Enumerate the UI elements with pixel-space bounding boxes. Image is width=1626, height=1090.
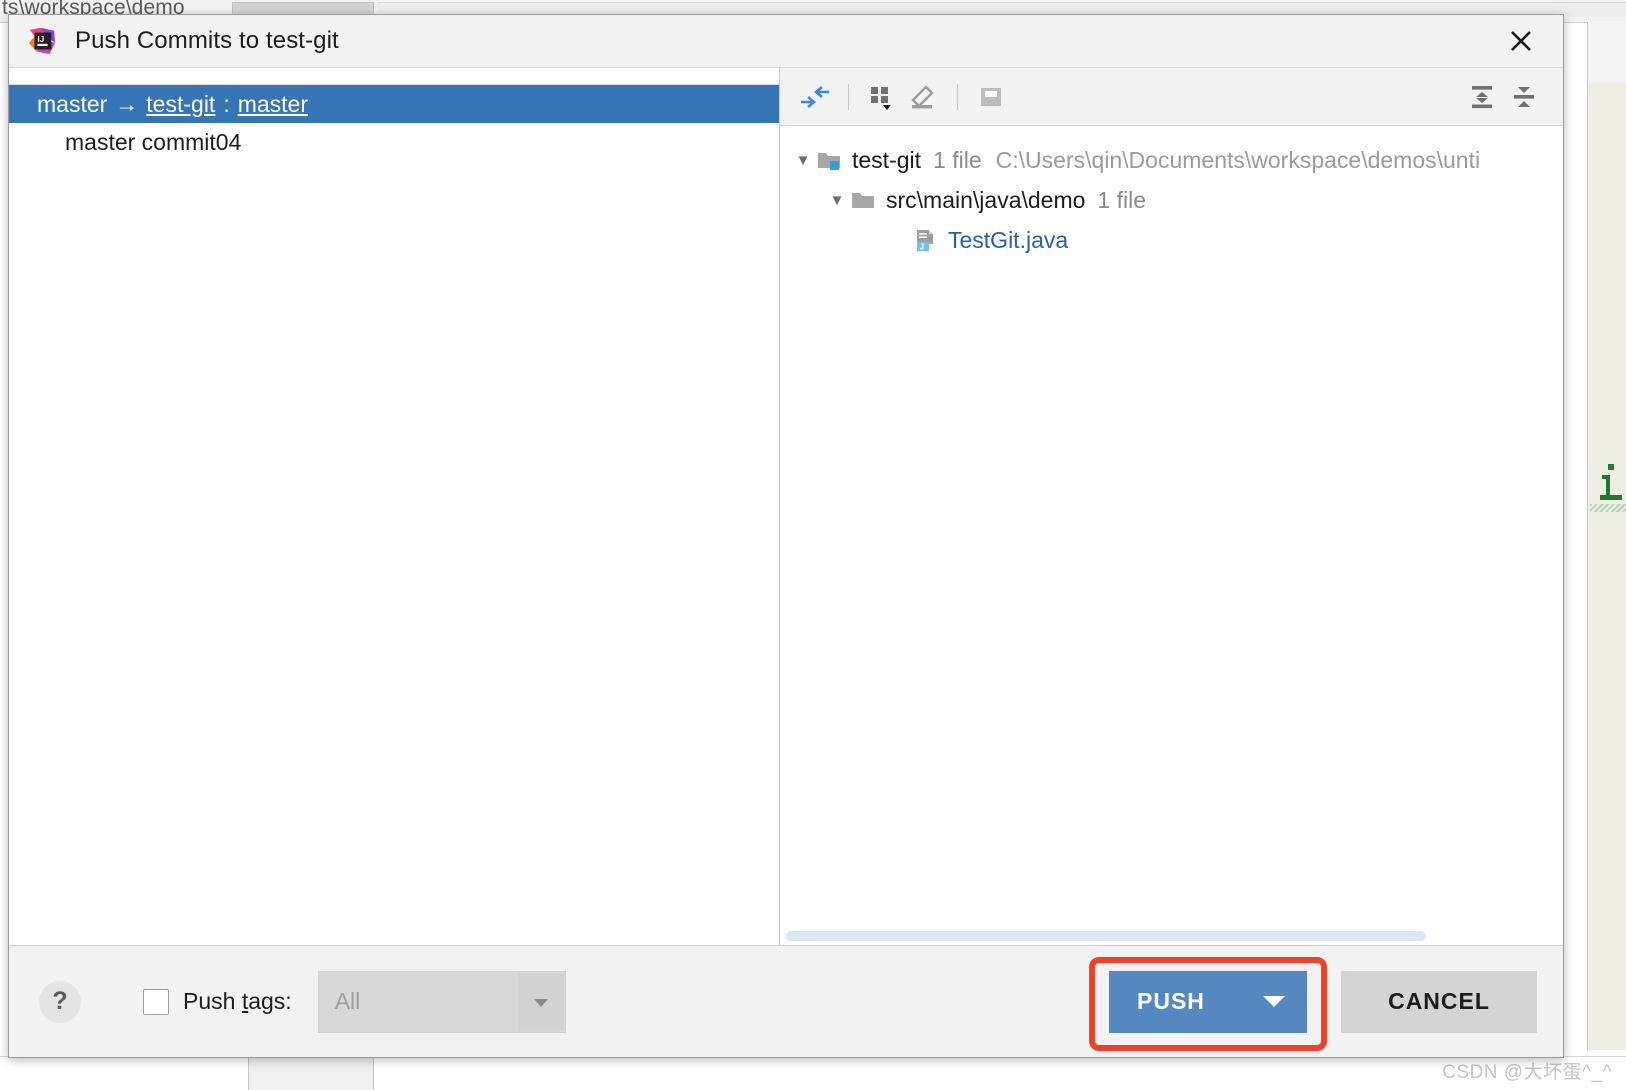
intellij-idea-logo-icon: IJ: [28, 27, 56, 55]
collapse-all-icon: [1472, 85, 1492, 108]
collapse-all-button[interactable]: [1461, 77, 1503, 117]
dialog-title: Push Commits to test-git: [75, 27, 339, 54]
preview-diff-button[interactable]: [970, 77, 1012, 117]
tree-node-file-count: 1 file: [1097, 186, 1147, 213]
scrollbar-thumb[interactable]: [786, 931, 1426, 941]
preview-pane-icon: [981, 87, 1001, 106]
chevron-down-icon[interactable]: [517, 972, 564, 1031]
branch-separator: :: [223, 90, 230, 117]
arrow-icon: →: [115, 90, 139, 117]
changes-toolbar: [780, 68, 1563, 126]
chevron-down-icon[interactable]: [1263, 996, 1285, 1007]
show-diff-button[interactable]: [794, 77, 836, 117]
cancel-button[interactable]: CANCEL: [1341, 970, 1537, 1033]
tree-row[interactable]: ▼ test-git 1 file C:\Users\qin\Documents…: [780, 140, 1563, 180]
editor-right-gutter: [1587, 22, 1626, 1050]
toolbar-separator: [957, 83, 958, 110]
question-mark-icon: ?: [52, 987, 68, 1015]
folder-icon: [850, 188, 876, 212]
chevron-down-icon[interactable]: ▼: [790, 152, 816, 169]
close-icon[interactable]: [1503, 23, 1539, 59]
pencil-edit-icon: [911, 84, 934, 108]
help-button[interactable]: ?: [39, 980, 81, 1023]
group-by-button[interactable]: [861, 77, 903, 117]
tree-horizontal-scrollbar[interactable]: [786, 931, 1557, 941]
chevron-down-icon[interactable]: ▼: [824, 192, 850, 209]
changed-files-panel: ▼ test-git 1 file C:\Users\qin\Documents…: [780, 68, 1563, 945]
tree-node-label: src\main\java\demo: [886, 186, 1086, 213]
tree-row[interactable]: ▼ src\main\java\demo 1 file: [780, 180, 1563, 220]
toolbar-separator: [848, 83, 849, 110]
push-button[interactable]: PUSH: [1109, 970, 1307, 1033]
push-tags-label-post: ags:: [248, 988, 292, 1014]
diff-arrows-icon: [801, 85, 829, 108]
svg-text:J: J: [920, 243, 924, 252]
dialog-titlebar: IJ Push Commits to test-git: [9, 15, 1563, 67]
commits-panel: master → test-git : master master commit…: [9, 68, 780, 945]
group-by-grid-icon: [871, 86, 891, 110]
push-button-label: PUSH: [1137, 988, 1205, 1014]
remote-name-label[interactable]: test-git: [146, 91, 215, 118]
java-file-icon: J: [912, 228, 938, 252]
watermark-text: CSDN @大坏蛋^_^: [1442, 1062, 1612, 1083]
push-spec-row[interactable]: master → test-git : master: [9, 85, 779, 123]
commit-message-label: master commit04: [65, 128, 242, 155]
module-folder-icon: [816, 148, 842, 172]
tree-node-path: C:\Users\qin\Documents\workspace\demos\u…: [995, 146, 1481, 173]
svg-text:IJ: IJ: [37, 34, 44, 44]
edit-source-button[interactable]: [903, 77, 945, 117]
push-button-highlight-wrap: PUSH: [1089, 956, 1327, 1051]
tree-node-label[interactable]: TestGit.java: [948, 227, 1068, 254]
push-tags-label-pre: Push: [183, 988, 242, 1014]
expand-all-icon: [1514, 86, 1534, 107]
tree-node-label: test-git: [852, 146, 922, 173]
dialog-footer: ? Push tags: All PUSH CANCEL: [9, 945, 1563, 1057]
commit-list-item[interactable]: master commit04: [9, 123, 779, 161]
expand-all-button[interactable]: [1503, 77, 1545, 117]
target-branch-label[interactable]: master: [238, 91, 308, 118]
dialog-body: master → test-git : master master commit…: [9, 67, 1563, 945]
tree-node-file-count: 1 file: [933, 146, 982, 173]
push-tags-select[interactable]: All: [317, 970, 566, 1033]
push-tags-label: Push tags:: [183, 988, 292, 1015]
changed-files-tree[interactable]: ▼ test-git 1 file C:\Users\qin\Documents…: [780, 126, 1563, 945]
inspection-squiggle: [1590, 504, 1626, 512]
push-commits-dialog: IJ Push Commits to test-git master → tes…: [8, 14, 1564, 1058]
info-marker-icon: [1600, 464, 1622, 500]
push-tags-checkbox[interactable]: [143, 988, 169, 1015]
source-branch-label: master: [37, 90, 108, 117]
commits-list[interactable]: master → test-git : master master commit…: [9, 85, 779, 945]
commits-panel-header: [9, 68, 779, 85]
background-tool-tab[interactable]: [248, 1055, 374, 1090]
push-tags-selected-value: All: [334, 988, 361, 1014]
tree-row[interactable]: J TestGit.java: [780, 220, 1563, 260]
push-tags-group: Push tags: All: [143, 970, 566, 1033]
